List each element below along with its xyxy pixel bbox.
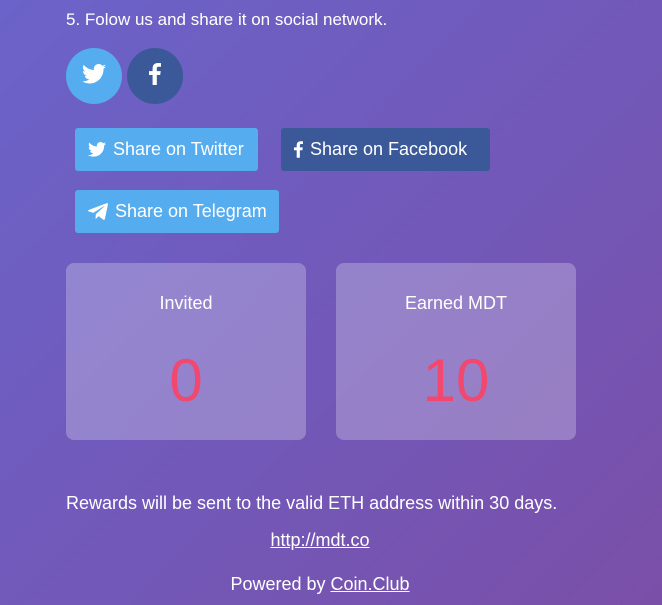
invited-stat-card: Invited 0 — [66, 263, 306, 440]
mdt-site-link[interactable]: http://mdt.co — [270, 530, 369, 550]
share-facebook-label: Share on Facebook — [310, 139, 468, 159]
twitter-follow-button[interactable] — [66, 48, 122, 104]
earned-mdt-stat-card: Earned MDT 10 — [336, 263, 576, 440]
share-twitter-label: Share on Twitter — [113, 139, 244, 159]
invited-value: 0 — [169, 347, 203, 414]
facebook-f-icon — [149, 62, 161, 90]
step-instruction: 5. Folow us and share it on social netwo… — [66, 10, 388, 29]
powered-by-prefix: Powered by — [230, 574, 331, 594]
powered-by: Powered by Coin.Club — [0, 574, 640, 594]
earned-mdt-label: Earned MDT — [404, 293, 508, 313]
share-on-twitter-button[interactable]: Share on Twitter — [75, 128, 258, 171]
invited-label: Invited — [159, 293, 213, 313]
share-on-telegram-button[interactable]: Share on Telegram — [75, 190, 279, 233]
telegram-plane-icon — [88, 203, 108, 220]
site-link-container: http://mdt.co — [0, 530, 640, 550]
facebook-f-icon — [294, 141, 303, 158]
facebook-follow-button[interactable] — [127, 48, 183, 104]
share-on-facebook-button[interactable]: Share on Facebook — [281, 128, 490, 171]
share-telegram-label: Share on Telegram — [115, 201, 267, 221]
twitter-bird-icon — [88, 142, 106, 157]
coin-club-link[interactable]: Coin.Club — [331, 574, 410, 594]
earned-mdt-value: 10 — [422, 347, 490, 414]
rewards-notice: Rewards will be sent to the valid ETH ad… — [66, 493, 558, 513]
twitter-bird-icon — [82, 63, 106, 89]
